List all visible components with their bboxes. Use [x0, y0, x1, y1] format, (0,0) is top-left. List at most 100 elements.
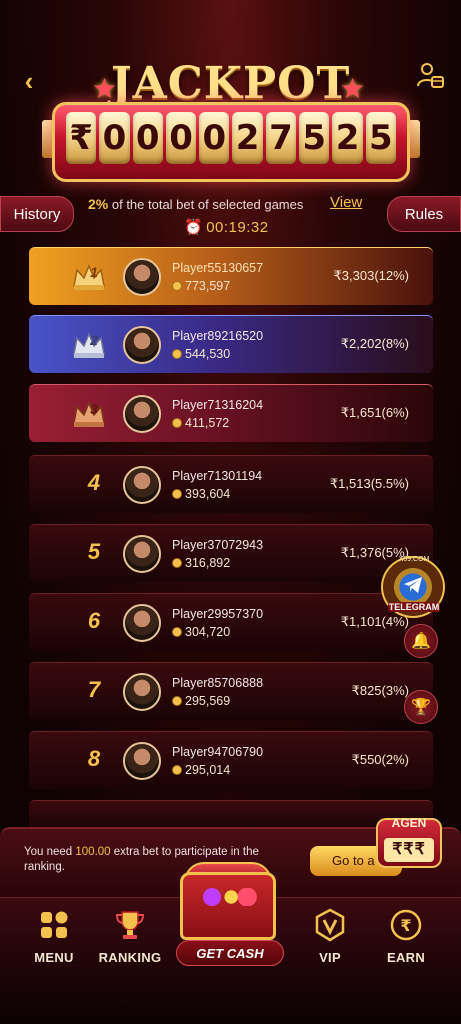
menu-grid-icon: [41, 911, 68, 938]
tab-menu[interactable]: MENU: [18, 908, 90, 965]
coin-amount: 393,604: [172, 487, 230, 501]
telegram-site-label: X69.COM: [398, 556, 430, 563]
tab-label: RANKING: [98, 950, 162, 965]
ranking-row: 8 Player94706790 295,014 ₹550(2%): [29, 731, 433, 789]
digit-tile: 0: [99, 112, 130, 164]
coin-icon: [172, 489, 182, 499]
prize-amount: ₹2,202(8%): [340, 336, 409, 351]
ranking-row-partial: [29, 800, 433, 830]
telegram-label: TELEGRAM: [388, 602, 440, 612]
player-name: Player55130657: [172, 261, 264, 275]
agent-rupee-tiles: ₹₹₹: [384, 838, 434, 862]
alarm-clock-icon: ⏰: [184, 219, 204, 236]
coin-amount: 304,720: [172, 625, 230, 639]
treasure-chest-icon[interactable]: [180, 872, 276, 940]
prize-amount: ₹1,513(5.5%): [329, 476, 409, 491]
digit-tile: ₹: [66, 112, 97, 164]
prize-amount: ₹3,303(12%): [333, 268, 409, 283]
coin-amount: 773,597: [172, 279, 230, 293]
gems-icon: [196, 888, 260, 906]
timer-value: 00:19:32: [206, 219, 269, 236]
tab-earn[interactable]: ₹ EARN: [370, 908, 442, 965]
ranking-row: 2 Player89216520 544,530 ₹2,202(8%): [29, 315, 433, 373]
tab-label: EARN: [386, 950, 426, 965]
avatar[interactable]: [123, 535, 161, 573]
avatar[interactable]: [123, 326, 161, 364]
coin-icon: [172, 349, 182, 359]
prize-amount: ₹550(2%): [351, 752, 409, 767]
ranking-row: 3 Player71316204 411,572 ₹1,651(6%): [29, 384, 433, 442]
rank-number: 6: [87, 608, 101, 633]
player-name: Player94706790: [172, 745, 264, 759]
coin-icon: [172, 281, 182, 291]
player-name: Player85706888: [172, 676, 264, 690]
rank-number: 8: [87, 746, 101, 771]
rank-number: 1: [90, 264, 98, 280]
rank-number: 7: [87, 677, 101, 702]
coin-icon: [172, 765, 182, 775]
coin-amount: 295,014: [172, 763, 230, 777]
tab-label: VIP: [319, 950, 341, 965]
player-name: Player71316204: [172, 398, 264, 412]
ranking-row: 1 Player55130657 773,597 ₹3,303(12%): [29, 247, 433, 305]
tab-get-cash[interactable]: GET CASH: [176, 940, 284, 966]
player-name: Player29957370: [172, 607, 264, 621]
rules-button[interactable]: Rules: [387, 196, 461, 232]
avatar[interactable]: [123, 466, 161, 504]
coin-amount: 295,569: [172, 694, 230, 708]
digit-tile: 2: [332, 112, 363, 164]
trophy-icon[interactable]: 🏆: [404, 690, 438, 724]
bet-note: 2% of the total bet of selected games: [88, 196, 303, 212]
tab-ranking[interactable]: RANKING: [94, 908, 166, 965]
vip-shield-icon: [315, 908, 345, 942]
agent-label: AGEN: [391, 816, 427, 830]
view-link[interactable]: View: [330, 194, 362, 211]
avatar[interactable]: [123, 395, 161, 433]
player-name: Player71301194: [172, 469, 263, 483]
ranking-row: 4 Player71301194 393,604 ₹1,513(5.5%): [29, 455, 433, 513]
avatar[interactable]: [123, 742, 161, 780]
player-name: Player89216520: [172, 329, 264, 343]
rank-number: 2: [90, 332, 98, 348]
prize-amount: ₹1,101(4%): [340, 614, 409, 629]
coin-amount: 411,572: [172, 416, 229, 430]
required-amount: 100.00: [75, 846, 111, 858]
bet-percent: 2%: [88, 196, 109, 212]
bet-text: of the total bet of selected games: [111, 197, 304, 212]
rank-number: 3: [90, 401, 98, 417]
ranking-row: 7 Player85706888 295,569 ₹825(3%): [29, 662, 433, 720]
tab-vip[interactable]: VIP: [294, 908, 366, 965]
digit-tile: 0: [165, 112, 197, 164]
digit-tile: 2: [232, 112, 263, 164]
coin-icon: [172, 696, 182, 706]
avatar[interactable]: [123, 258, 161, 296]
history-button[interactable]: History: [0, 196, 74, 232]
avatar[interactable]: [123, 673, 161, 711]
rank-number: 4: [87, 470, 101, 495]
digit-tile: 7: [265, 112, 297, 164]
telegram-plane-icon: [404, 577, 422, 593]
rupee-coin-icon: ₹: [390, 909, 422, 941]
countdown-timer: ⏰ 00:19:32: [184, 218, 269, 236]
rank-number: 5: [87, 539, 101, 564]
coin-icon: [172, 627, 182, 637]
digit-tile: 0: [132, 112, 163, 164]
jackpot-screen: ‹ ★ ★ JACKPOT ₹ 0 0 0 0 2 7 5 2 5 Histor…: [0, 0, 461, 1024]
prize-amount: ₹825(3%): [351, 683, 409, 698]
coin-icon: [172, 558, 182, 568]
bell-icon[interactable]: 🔔: [404, 624, 438, 658]
prize-amount: ₹1,651(6%): [340, 405, 409, 420]
coin-amount: 316,892: [172, 556, 230, 570]
digit-tile: 5: [299, 112, 330, 164]
coin-icon: [172, 418, 182, 428]
ranking-row: 6 Player29957370 304,720 ₹1,101(4%): [29, 593, 433, 651]
tab-label: MENU: [34, 950, 74, 965]
avatar[interactable]: [123, 604, 161, 642]
coin-amount: 544,530: [172, 347, 230, 361]
digit-tile: 5: [365, 112, 396, 164]
player-name: Player37072943: [172, 538, 264, 552]
svg-text:₹: ₹: [400, 916, 411, 935]
digit-tile: 0: [199, 112, 230, 164]
jackpot-digits: ₹ 0 0 0 0 2 7 5 2 5: [66, 112, 396, 164]
ranking-row: 5 Player37072943 316,892 ₹1,376(5%): [29, 524, 433, 582]
